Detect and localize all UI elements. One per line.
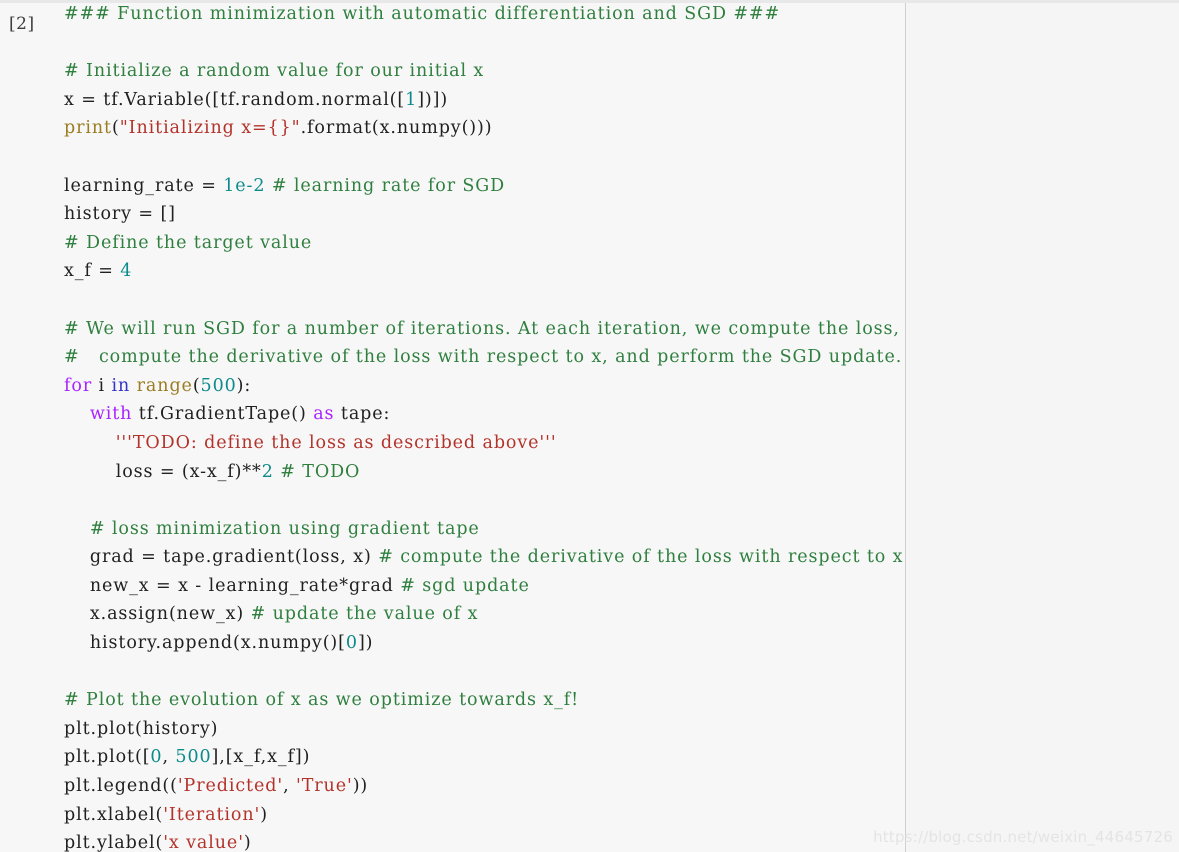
code-line[interactable]: learning_rate = 1e-2 # learning rate for… [64,172,1179,201]
code-line[interactable]: # Initialize a random value for our init… [64,57,1179,86]
code-token-comment: # TODO [280,461,361,482]
code-token-comment: # loss minimization using gradient tape [89,518,480,539]
code-token-plain: plt.plot(history) [64,718,219,739]
code-token-plain: x_f = [64,261,121,282]
code-token-number: 500 [175,747,212,768]
code-token-plain: tf.GradientTape() [132,404,314,425]
code-token-plain: ): [236,375,252,396]
code-line[interactable]: x = tf.Variable([tf.random.normal([1])]) [64,86,1179,115]
code-token-comment: # compute the derivative of the loss wit… [378,547,904,568]
code-token-keyword: for [64,375,93,396]
code-editor[interactable]: ### Function minimization with automatic… [64,0,1179,852]
code-token-number: 0 [150,747,163,768]
code-line[interactable]: plt.plot([0, 500],[x_f,x_f]) [64,743,1179,772]
code-token-number: 4 [120,261,133,282]
code-token-string: 'Iteration' [163,804,261,825]
code-line[interactable] [64,143,1179,172]
code-token-keyword_in: in [111,375,131,396]
code-token-plain: x = tf.Variable([tf.random.normal([ [64,89,406,110]
code-token-plain: history = [] [64,204,176,225]
code-token-builtin: print [64,118,112,139]
code-line[interactable]: # loss minimization using gradient tape [64,515,1179,544]
code-token-builtin: range [136,375,193,396]
code-token-plain: .format(x.numpy())) [300,118,493,139]
code-token-number: 0 [345,633,358,654]
code-line[interactable]: plt.xlabel('Iteration') [64,801,1179,830]
code-token-number: 2 [261,461,274,482]
code-token-number: 1e-2 [223,175,266,196]
code-line[interactable]: # Define the target value [64,229,1179,258]
code-line[interactable]: for i in range(500): [64,372,1179,401]
code-token-plain: )) [352,776,369,797]
code-token-string: 'True' [296,776,353,797]
code-line[interactable]: # Plot the evolution of x as we optimize… [64,686,1179,715]
code-token-comment: # sgd update [400,575,530,596]
code-line[interactable]: ### Function minimization with automatic… [64,0,1179,29]
code-line[interactable]: x.assign(new_x) # update the value of x [64,600,1179,629]
code-token-comment: ### Function minimization with automatic… [64,4,781,24]
code-line[interactable]: loss = (x-x_f)**2 # TODO [64,458,1179,487]
code-token-plain: i [92,375,112,396]
code-line[interactable]: grad = tape.gradient(loss, x) # compute … [64,543,1179,572]
execution-count-prompt: [2] [9,14,35,34]
code-line[interactable]: # We will run SGD for a number of iterat… [64,315,1179,344]
code-token-plain: ])]) [417,89,449,110]
code-token-plain: plt.ylabel( [64,833,164,852]
code-line[interactable] [64,658,1179,687]
code-line[interactable]: history.append(x.numpy()[0]) [64,629,1179,658]
code-line[interactable]: x_f = 4 [64,257,1179,286]
code-token-plain: , [162,747,176,768]
code-token-number: 1 [405,89,418,110]
code-token-string: "Initializing x={}" [119,118,301,139]
code-line[interactable]: new_x = x - learning_rate*grad # sgd upd… [64,572,1179,601]
code-token-string: 'Predicted' [177,776,284,797]
code-token-plain: ( [111,118,120,139]
code-token-plain: plt.xlabel( [64,804,164,825]
watermark-text: https://blog.csdn.net/weixin_44645726 [873,828,1173,846]
code-token-plain: x.assign(new_x) [64,604,251,625]
notebook-code-cell: [2] ### Function minimization with autom… [0,0,1179,852]
code-token-plain: ( [192,375,201,396]
code-token-plain: learning_rate = [64,175,224,196]
code-token-comment: # compute the derivative of the loss wit… [64,347,903,368]
code-token-keyword: as [313,404,335,425]
code-line[interactable] [64,486,1179,515]
code-line[interactable]: plt.plot(history) [64,715,1179,744]
code-token-string: 'x value' [163,833,244,852]
code-token-plain: grad = tape.gradient(loss, x) [64,547,379,568]
code-line[interactable]: history = [] [64,200,1179,229]
code-token-comment: # Initialize a random value for our init… [64,61,485,82]
code-token-plain: loss = (x-x_f)** [64,461,262,482]
code-token-plain: new_x = x - learning_rate*grad [64,575,401,596]
code-token-plain: ) [260,804,268,825]
code-token-plain: ]) [357,633,374,654]
code-token-number: 500 [200,375,237,396]
code-line[interactable] [64,29,1179,58]
code-token-plain: plt.plot([ [64,747,151,768]
code-token-comment: # We will run SGD for a number of iterat… [64,318,900,339]
code-token-plain: tape: [334,404,391,425]
code-token-plain: history.append(x.numpy()[ [64,633,346,654]
code-line[interactable]: print("Initializing x={}".format(x.numpy… [64,114,1179,143]
code-token-comment: # Plot the evolution of x as we optimize… [64,690,580,711]
code-line[interactable] [64,286,1179,315]
code-line[interactable]: with tf.GradientTape() as tape: [64,400,1179,429]
code-token-keyword: with [89,404,133,425]
code-token-plain: ) [243,833,252,852]
code-token-comment: # Define the target value [64,232,313,253]
code-token-plain: ],[x_f,x_f]) [211,747,311,768]
code-token-string: '''TODO: define the loss as described ab… [115,432,557,453]
code-line[interactable]: # compute the derivative of the loss wit… [64,343,1179,372]
cell-top-edge [0,0,1179,3]
code-token-plain: plt.legend(( [64,776,178,797]
code-token-comment: # learning rate for SGD [271,175,506,196]
code-token-plain: , [283,776,296,797]
code-line[interactable]: '''TODO: define the loss as described ab… [64,429,1179,458]
code-line[interactable]: plt.legend(('Predicted', 'True')) [64,772,1179,801]
code-token-comment: # update the value of x [250,604,479,625]
